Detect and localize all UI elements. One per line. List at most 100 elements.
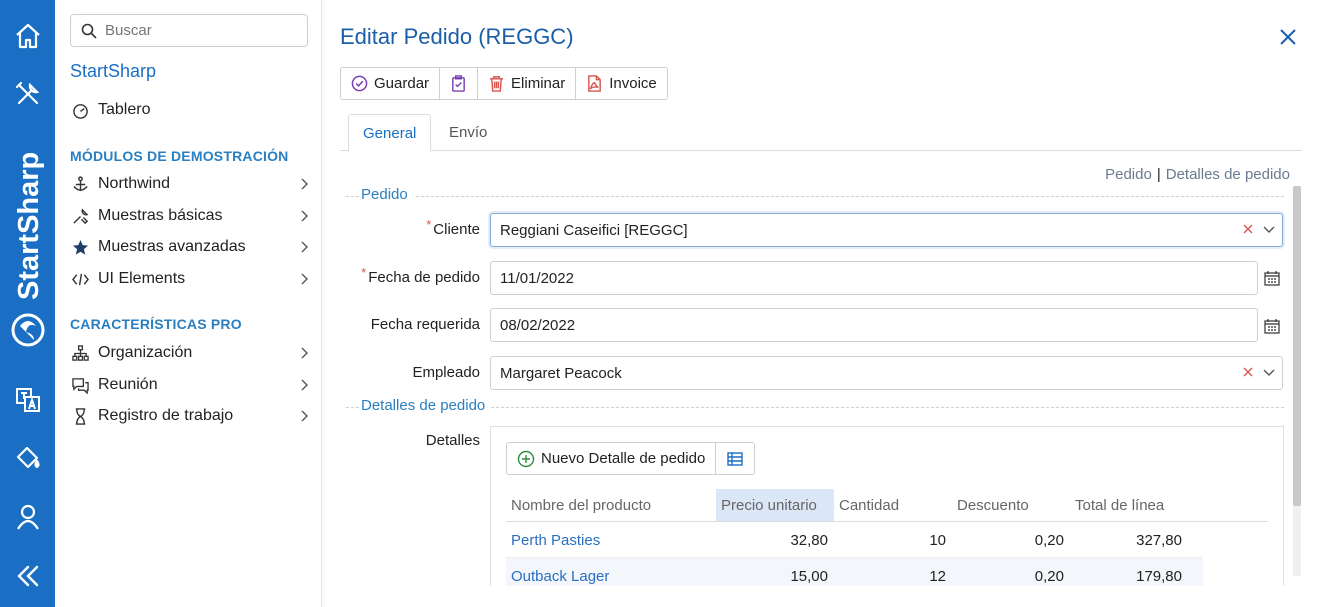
sidebar-item-organizacion[interactable]: Organización (70, 340, 310, 366)
cell-quantity: 10 (929, 531, 946, 549)
chevron-right-icon (301, 241, 308, 253)
chevron-right-icon (301, 347, 308, 359)
search-icon (81, 23, 97, 39)
employee-value: Margaret Peacock (500, 364, 622, 382)
new-detail-label: Nuevo Detalle de pedido (541, 450, 706, 467)
column-header-total[interactable]: Total de línea (1070, 489, 1200, 521)
column-header-descuento[interactable]: Descuento (952, 489, 1070, 521)
apply-changes-button[interactable] (440, 68, 479, 99)
table-row[interactable]: Outback Lager 15,00 12 0,20 179,80 (506, 558, 1203, 586)
sidebar-item-label: UI Elements (98, 270, 186, 287)
order-date-label-text: Fecha de pedido (368, 269, 480, 286)
required-marker: * (426, 217, 432, 232)
link-detalles-de-pedido[interactable]: Detalles de pedido (1166, 166, 1290, 183)
required-marker: * (361, 265, 367, 280)
grid-toolbar: Nuevo Detalle de pedido (506, 442, 756, 475)
cell-total: 327,80 (1136, 531, 1182, 549)
trash-icon (489, 76, 504, 92)
pdf-file-icon (588, 75, 602, 92)
tab-general[interactable]: General (348, 114, 432, 152)
sidebar-item-registro-de-trabajo[interactable]: Registro de trabajo (70, 403, 310, 429)
invoice-button[interactable]: Invoice (576, 68, 667, 99)
chevron-down-icon[interactable] (1262, 368, 1276, 378)
column-header-cantidad[interactable]: Cantidad (834, 489, 952, 521)
table-row[interactable]: Perth Pasties 32,80 10 0,20 327,80 (506, 522, 1203, 558)
category-links: Pedido | Detalles de pedido (1105, 166, 1290, 183)
order-date-value: 11/01/2022 (500, 269, 574, 287)
employee-select[interactable]: Margaret Peacock (490, 356, 1283, 390)
sidebar: StartSharp Tablero MÓDULOS DE DEMOSTRACI… (55, 0, 322, 607)
sidebar-item-label: Registro de trabajo (98, 407, 234, 424)
clear-icon[interactable] (1242, 366, 1254, 378)
link-separator: | (1156, 166, 1161, 183)
form-scrollbar[interactable] (1293, 186, 1301, 576)
dialog-toolbar: Guardar Eliminar Invoice (340, 67, 668, 100)
calendar-icon[interactable] (1264, 270, 1280, 286)
sidebar-search[interactable] (70, 14, 308, 47)
grid-header: Nombre del producto Precio unitario Cant… (506, 489, 1268, 522)
save-label: Guardar (374, 75, 430, 92)
customer-value: Reggiani Caseifici [REGGC] (500, 221, 688, 239)
hourglass-icon (70, 406, 90, 426)
sidebar-item-label: Tablero (98, 101, 151, 118)
chevron-right-icon (301, 210, 308, 222)
sidebar-item-muestras-avanzadas[interactable]: Muestras avanzadas (70, 234, 310, 260)
sidebar-item-northwind[interactable]: Northwind (70, 171, 310, 197)
category-pedido-title: Pedido (361, 186, 414, 203)
sidebar-item-tablero[interactable]: Tablero (70, 97, 310, 123)
save-button[interactable]: Guardar (341, 68, 441, 99)
sidebar-item-ui-elements[interactable]: UI Elements (70, 266, 310, 292)
column-header-producto[interactable]: Nombre del producto (506, 489, 726, 521)
wrench-icon (70, 206, 90, 226)
cell-discount: 0,20 (1034, 531, 1064, 549)
employee-label: Empleado (412, 364, 480, 381)
translate-icon[interactable] (8, 380, 48, 420)
link-pedido[interactable]: Pedido (1105, 166, 1152, 183)
cell-total: 179,80 (1136, 567, 1182, 585)
collapse-icon[interactable] (8, 556, 48, 596)
category-detalles: Detalles de pedido (346, 397, 1284, 417)
chevron-down-icon[interactable] (1262, 225, 1276, 235)
clear-icon[interactable] (1242, 223, 1254, 235)
tools-icon[interactable] (8, 74, 48, 114)
customer-label: * Cliente (320, 217, 480, 238)
order-date-input[interactable]: 11/01/2022 (490, 261, 1258, 295)
home-icon[interactable] (8, 16, 48, 56)
search-input[interactable] (105, 22, 295, 39)
sitemap-icon (70, 343, 90, 363)
column-header-precio[interactable]: Precio unitario (716, 489, 834, 521)
product-link[interactable]: Perth Pasties (506, 522, 716, 558)
comments-icon (70, 375, 90, 395)
sidebar-item-label: Reunión (98, 376, 158, 393)
details-label: Detalles (425, 432, 480, 449)
order-dialog: Editar Pedido (REGGC) Guardar Eliminar I… (322, 0, 1318, 607)
details-grid: Nuevo Detalle de pedido Nombre del produ… (490, 426, 1284, 586)
cell-price: 15,00 (790, 567, 828, 585)
calendar-icon[interactable] (1264, 318, 1280, 334)
new-detail-button[interactable]: Nuevo Detalle de pedido (507, 443, 717, 474)
scrollbar-thumb[interactable] (1293, 186, 1301, 506)
check-circle-icon (351, 75, 368, 92)
chevron-right-icon (301, 410, 308, 422)
dialog-tabs: General Envío (340, 114, 1302, 152)
category-pedido: Pedido (346, 186, 1284, 206)
cell-price: 32,80 (790, 531, 828, 549)
cell-discount: 0,20 (1034, 567, 1064, 585)
required-date-input[interactable]: 08/02/2022 (490, 308, 1258, 342)
chevron-right-icon (301, 178, 308, 190)
tab-envio[interactable]: Envío (435, 114, 501, 151)
delete-button[interactable]: Eliminar (478, 68, 577, 99)
product-link[interactable]: Outback Lager (506, 558, 716, 586)
column-picker-button[interactable] (716, 443, 754, 474)
customer-select[interactable]: Reggiani Caseifici [REGGC] (490, 213, 1283, 247)
required-date-value: 08/02/2022 (500, 316, 576, 334)
sidebar-item-reunion[interactable]: Reunión (70, 372, 310, 398)
close-icon[interactable] (1277, 26, 1299, 48)
paint-bucket-icon[interactable] (8, 438, 48, 478)
sidebar-item-muestras-basicas[interactable]: Muestras básicas (70, 203, 310, 229)
delete-label: Eliminar (511, 75, 566, 92)
brand-logo: StartSharp (11, 152, 45, 347)
section-demo-title: MÓDULOS DE DEMOSTRACIÓN (70, 148, 289, 164)
category-detalles-title: Detalles de pedido (361, 397, 492, 414)
user-icon[interactable] (8, 497, 48, 537)
